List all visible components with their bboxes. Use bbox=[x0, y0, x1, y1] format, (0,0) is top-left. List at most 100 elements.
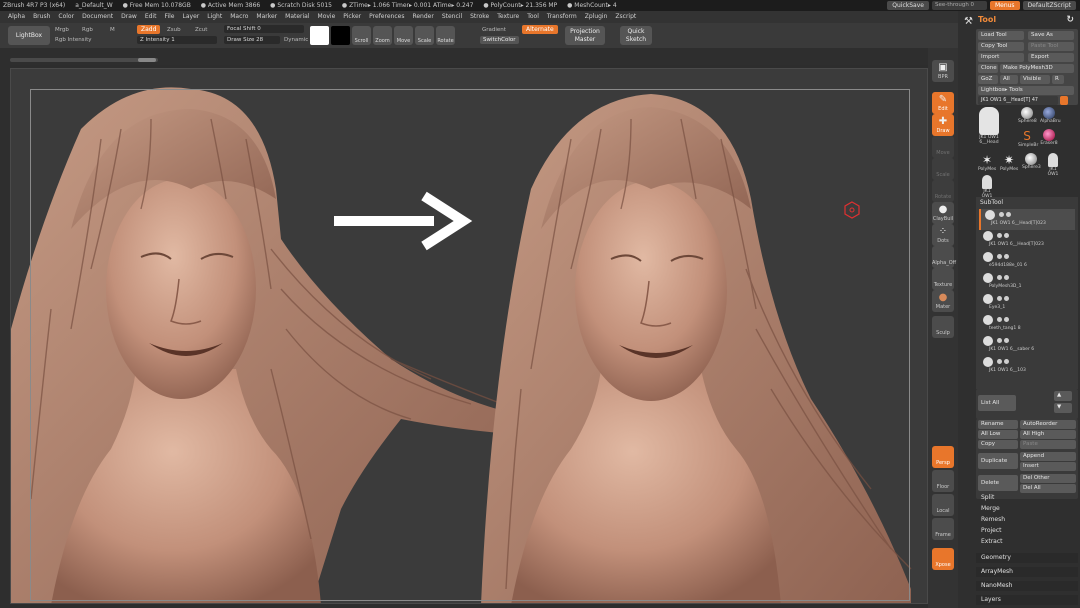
menu-material[interactable]: Material bbox=[285, 11, 309, 23]
autoreorder-button[interactable]: AutoReorder bbox=[1020, 420, 1076, 429]
bpr-button[interactable]: ▣ BPR bbox=[932, 60, 954, 82]
rgb-intensity-slider[interactable]: Rgb Intensity bbox=[55, 36, 92, 44]
menu-transform[interactable]: Transform bbox=[547, 11, 577, 23]
eye-icon[interactable] bbox=[997, 275, 1002, 280]
material-button[interactable]: ● Mater bbox=[932, 290, 954, 312]
eye-icon[interactable] bbox=[997, 254, 1002, 259]
polypaint-icon[interactable] bbox=[1004, 254, 1009, 259]
list-all-button[interactable]: List All bbox=[978, 395, 1016, 411]
refresh-icon[interactable]: ↻ bbox=[1066, 11, 1074, 29]
rotate-button[interactable]: Rotate bbox=[436, 26, 455, 45]
rename-button[interactable]: Rename bbox=[978, 420, 1018, 429]
move-button[interactable]: Move bbox=[394, 26, 413, 45]
scale-button[interactable]: Scale bbox=[415, 26, 434, 45]
alpha-button[interactable]: Alpha_Off bbox=[932, 246, 956, 268]
subtool-row[interactable]: JK1 OW1 6__saber 6 bbox=[979, 335, 1075, 356]
menu-marker[interactable]: Marker bbox=[256, 11, 277, 23]
z-intensity-slider[interactable]: Z Intensity 1 bbox=[137, 36, 217, 44]
tool-thumb-polymesh-1[interactable]: ✶ PolyMes bbox=[978, 153, 996, 175]
projection-master-button[interactable]: Projection Master bbox=[565, 26, 605, 45]
remesh-section[interactable]: Remesh bbox=[976, 515, 1078, 525]
duplicate-button[interactable]: Duplicate bbox=[978, 453, 1018, 469]
menu-stencil[interactable]: Stencil bbox=[442, 11, 462, 23]
tool-thumb-sphere[interactable]: Sphere8 bbox=[1018, 107, 1037, 129]
menus-button[interactable]: Menus bbox=[989, 1, 1020, 10]
scroll-button[interactable]: Scroll bbox=[352, 26, 371, 45]
nanomesh-section[interactable]: NanoMesh bbox=[976, 581, 1078, 591]
polypaint-icon[interactable] bbox=[1004, 275, 1009, 280]
zsub-toggle[interactable]: Zsub bbox=[167, 26, 181, 34]
m-toggle[interactable]: M bbox=[110, 26, 115, 34]
tool-thumb-alphabrush[interactable]: AlphaBru bbox=[1040, 107, 1061, 129]
layers-section[interactable]: Layers bbox=[976, 595, 1078, 605]
rotate-mode-button[interactable]: Rotate bbox=[932, 180, 954, 202]
menu-picker[interactable]: Picker bbox=[343, 11, 361, 23]
menu-stroke[interactable]: Stroke bbox=[470, 11, 489, 23]
dynamic-toggle[interactable]: Dynamic bbox=[284, 36, 308, 44]
menu-file[interactable]: File bbox=[164, 11, 174, 23]
menu-edit[interactable]: Edit bbox=[145, 11, 157, 23]
alternate-toggle[interactable]: Alternate bbox=[522, 25, 558, 34]
menu-draw[interactable]: Draw bbox=[121, 11, 137, 23]
lightbox-tools-button[interactable]: Lightbox▸ Tools bbox=[978, 86, 1074, 95]
eye-icon[interactable] bbox=[997, 317, 1002, 322]
local-button[interactable]: Local bbox=[932, 494, 954, 516]
subtool-row[interactable]: teeth_tang1 8 bbox=[979, 314, 1075, 335]
frame-button[interactable]: Frame bbox=[932, 518, 954, 540]
see-through-slider[interactable]: See-through 0 bbox=[931, 1, 987, 10]
move-mode-button[interactable]: Move bbox=[932, 136, 954, 158]
edit-button[interactable]: ✎ Edit bbox=[932, 92, 954, 114]
polypaint-icon[interactable] bbox=[1004, 233, 1009, 238]
delete-button[interactable]: Delete bbox=[978, 475, 1018, 491]
main-color-swatch[interactable] bbox=[310, 26, 329, 45]
tool-thumb-simplebrush[interactable]: S SimpleBr bbox=[1018, 129, 1038, 151]
switchcolor-button[interactable]: SwitchColor bbox=[480, 36, 519, 44]
mrgb-toggle[interactable]: Mrgb bbox=[55, 26, 69, 34]
menu-light[interactable]: Light bbox=[207, 11, 222, 23]
floor-button[interactable]: Floor bbox=[932, 470, 954, 492]
split-section[interactable]: Split bbox=[976, 493, 1078, 503]
copy-tool-button[interactable]: Copy Tool bbox=[978, 42, 1024, 51]
polypaint-icon[interactable] bbox=[1004, 359, 1009, 364]
tool-thumb-jk1-a[interactable]: JK1 OW1 bbox=[1044, 153, 1062, 177]
gradient-toggle[interactable]: Gradient bbox=[482, 26, 506, 34]
menu-layer[interactable]: Layer bbox=[183, 11, 200, 23]
tool-thumb-jk1-b[interactable]: JK1 OW1 bbox=[978, 175, 996, 199]
subtool-row[interactable]: JK1 OW1 6__Head[T]023 bbox=[979, 230, 1075, 251]
goz-button[interactable]: GoZ bbox=[978, 75, 998, 84]
menu-alpha[interactable]: Alpha bbox=[8, 11, 25, 23]
zcut-toggle[interactable]: Zcut bbox=[195, 26, 207, 34]
persp-button[interactable]: Persp bbox=[932, 446, 954, 468]
menu-macro[interactable]: Macro bbox=[230, 11, 248, 23]
document-canvas[interactable] bbox=[10, 68, 928, 604]
clone-button[interactable]: Clone bbox=[978, 64, 998, 73]
eye-icon[interactable] bbox=[997, 359, 1002, 364]
all-high-button[interactable]: All High bbox=[1020, 430, 1076, 439]
insert-button[interactable]: Insert bbox=[1020, 462, 1076, 471]
polypaint-icon[interactable] bbox=[1004, 296, 1009, 301]
draw-button[interactable]: ✚ Draw bbox=[932, 114, 954, 136]
tool-thumb-polymesh-2[interactable]: ✷ PolyMes bbox=[1000, 153, 1018, 175]
tool-thumb-head[interactable]: JK1 OW1 6__Head bbox=[978, 107, 1000, 147]
texture-button[interactable]: Texture bbox=[932, 268, 954, 290]
subtool-title[interactable]: SubTool bbox=[980, 199, 1003, 206]
eye-icon[interactable] bbox=[997, 233, 1002, 238]
all-button[interactable]: All bbox=[1000, 75, 1018, 84]
tool-thumb-sphere3[interactable]: Sphere3 bbox=[1022, 153, 1041, 175]
menu-color[interactable]: Color bbox=[58, 11, 74, 23]
all-low-button[interactable]: All Low bbox=[978, 430, 1018, 439]
menu-preferences[interactable]: Preferences bbox=[369, 11, 404, 23]
load-tool-button[interactable]: Load Tool bbox=[978, 31, 1024, 40]
polypaint-icon[interactable] bbox=[1006, 212, 1011, 217]
eye-icon[interactable] bbox=[999, 212, 1004, 217]
draw-size-slider[interactable]: Draw Size 28 bbox=[224, 36, 280, 44]
eye-icon[interactable] bbox=[997, 338, 1002, 343]
stroke-button[interactable]: ⁘ Dots bbox=[932, 224, 954, 246]
rgb-toggle[interactable]: Rgb bbox=[82, 26, 93, 34]
shelf-scrollbar[interactable] bbox=[10, 58, 158, 62]
default-zscript-button[interactable]: DefaultZScript bbox=[1022, 1, 1076, 10]
extract-section[interactable]: Extract bbox=[976, 537, 1078, 547]
quicksave-button[interactable]: QuickSave bbox=[887, 1, 929, 10]
menu-zplugin[interactable]: Zplugin bbox=[585, 11, 608, 23]
subtool-row[interactable]: Eye3_1 bbox=[979, 293, 1075, 314]
